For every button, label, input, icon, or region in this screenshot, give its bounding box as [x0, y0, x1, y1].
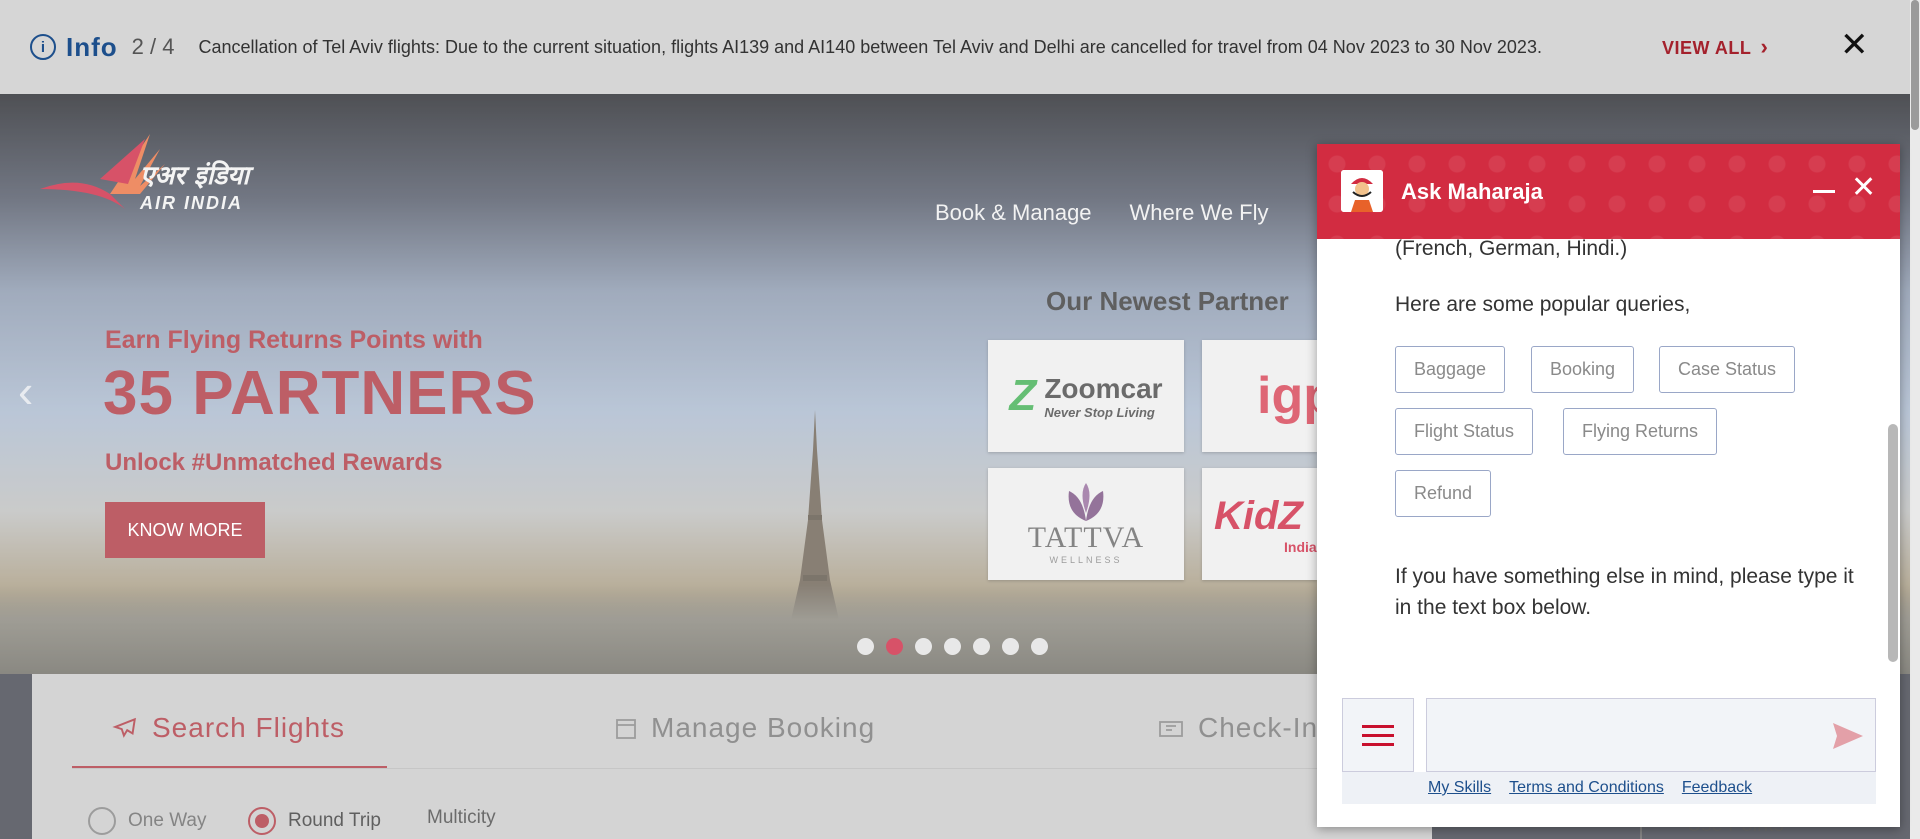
carousel-dot[interactable] — [1002, 638, 1019, 655]
info-close-icon[interactable]: ✕ — [1840, 28, 1869, 62]
link-my-skills[interactable]: My Skills — [1428, 779, 1491, 797]
chat-scrollbar-thumb[interactable] — [1888, 424, 1898, 662]
info-message: Cancellation of Tel Aviv flights: Due to… — [198, 37, 1542, 57]
page: एअर इंडिया AIR INDIA Book & Manage Where… — [0, 0, 1920, 839]
main-nav: Book & Manage Where We Fly — [935, 200, 1269, 226]
partners-title: Our Newest Partner — [1046, 286, 1289, 316]
carousel-dot[interactable] — [915, 638, 932, 655]
booking-panel: Search Flights Manage Booking Check-In O… — [32, 674, 1432, 839]
carousel-dot[interactable] — [857, 638, 874, 655]
radio-round-trip[interactable] — [248, 807, 276, 835]
nav-where-we-fly[interactable]: Where We Fly — [1130, 200, 1269, 226]
maharaja-avatar-icon — [1341, 170, 1383, 212]
chat-footer-links: My Skills Terms and Conditions Feedback — [1342, 772, 1876, 804]
plane-icon — [112, 717, 136, 738]
closing-message: If you have something else in mind, plea… — [1395, 565, 1854, 619]
intro-message: Here are some popular queries, — [1395, 293, 1691, 316]
chevron-right-icon: › — [1760, 34, 1769, 59]
partner-tattva[interactable]: TATTVA WELLNESS — [988, 468, 1184, 580]
chat-title: Ask Maharaja — [1401, 179, 1543, 204]
nav-book-manage[interactable]: Book & Manage — [935, 200, 1092, 226]
trip-multicity[interactable]: Multicity — [427, 807, 496, 829]
info-title: Info — [66, 31, 118, 62]
know-more-button[interactable]: KNOW MORE — [105, 502, 265, 558]
chip-refund[interactable]: Refund — [1395, 470, 1492, 517]
carousel-dots — [857, 638, 1048, 655]
svg-text:एअर इंडिया: एअर इंडिया — [140, 160, 254, 191]
partner-igp[interactable]: igp — [1202, 340, 1317, 452]
chat-menu-icon[interactable] — [1342, 698, 1414, 772]
carousel-dot[interactable] — [944, 638, 961, 655]
chat-messages: (French, German, Hindi.) Here are some p… — [1317, 239, 1900, 694]
active-tab-underline — [72, 766, 387, 769]
languages-message: (French, German, Hindi.) — [1395, 239, 1628, 260]
tab-check-in[interactable]: Check-In — [1158, 712, 1318, 744]
promo-subtitle: Earn Flying Returns Points with — [105, 326, 483, 354]
trip-round-trip[interactable]: Round Trip — [248, 807, 381, 835]
view-all-link[interactable]: VIEW ALL › — [1662, 34, 1768, 60]
partner-kidzania[interactable]: KidZ India — [1202, 468, 1317, 580]
link-terms-and-conditions[interactable]: Terms and Conditions — [1509, 779, 1664, 797]
chat-close-icon[interactable]: ✕ — [1851, 173, 1876, 203]
promo-headline: 35 PARTNERS — [103, 359, 537, 428]
partner-zoomcar[interactable]: Z Zoomcar Never Stop Living — [988, 340, 1184, 452]
tab-search-flights[interactable]: Search Flights — [112, 712, 345, 744]
radio-one-way[interactable] — [88, 807, 116, 835]
chip-flying-returns[interactable]: Flying Returns — [1563, 408, 1718, 455]
info-bar: i Info 2 / 4 Cancellation of Tel Aviv fl… — [0, 0, 1910, 94]
tab-manage-booking[interactable]: Manage Booking — [615, 712, 875, 744]
chip-booking[interactable]: Booking — [1531, 346, 1635, 393]
chip-baggage[interactable]: Baggage — [1395, 346, 1506, 393]
boarding-pass-icon — [1159, 721, 1183, 737]
carousel-dot[interactable] — [973, 638, 990, 655]
carousel-dot[interactable] — [1031, 638, 1048, 655]
chip-flight-status[interactable]: Flight Status — [1395, 408, 1534, 455]
chat-header: Ask Maharaja ✕ — [1317, 144, 1900, 239]
link-feedback[interactable]: Feedback — [1682, 779, 1752, 797]
carousel-dot[interactable] — [886, 638, 903, 655]
air-india-logo[interactable]: एअर इंडिया AIR INDIA — [40, 134, 300, 214]
send-icon[interactable] — [1831, 719, 1865, 753]
tattva-leaf-icon — [1068, 483, 1104, 521]
minimize-icon[interactable] — [1813, 190, 1835, 193]
svg-text:AIR INDIA: AIR INDIA — [139, 193, 243, 213]
trip-one-way[interactable]: One Way — [88, 807, 207, 835]
page-scrollbar-thumb[interactable] — [1911, 0, 1919, 130]
info-counter: 2 / 4 — [131, 34, 175, 59]
calendar-icon — [616, 719, 636, 739]
chat-text-input[interactable] — [1426, 698, 1876, 772]
promo-tagline: Unlock #Unmatched Rewards — [105, 449, 443, 476]
info-icon: i — [30, 34, 56, 60]
chip-case-status[interactable]: Case Status — [1659, 346, 1796, 393]
chat-widget: Ask Maharaja ✕ (French, German, Hindi.) … — [1317, 144, 1900, 827]
carousel-prev-icon[interactable]: ‹ — [18, 364, 33, 418]
zoomcar-icon: Z — [1009, 371, 1037, 420]
